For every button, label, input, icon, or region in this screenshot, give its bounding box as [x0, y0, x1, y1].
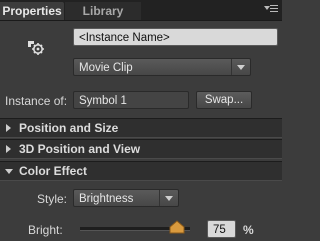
instance-of-field: Symbol 1 [73, 91, 189, 109]
movie-clip-symbol-icon [28, 41, 44, 55]
color-style-dropdown[interactable]: Brightness [73, 189, 179, 207]
bright-label: Bright: [28, 223, 63, 237]
chevron-down-icon [231, 59, 250, 75]
section-3d-position-and-view[interactable]: 3D Position and View [0, 139, 282, 159]
collapse-arrow-icon [5, 169, 13, 174]
section-title: Position and Size [19, 121, 119, 135]
swap-button[interactable]: Swap... [196, 91, 252, 109]
brightness-slider-thumb[interactable] [169, 220, 185, 234]
expand-arrow-icon [6, 145, 11, 153]
section-title: Color Effect [19, 164, 88, 178]
chevron-down-icon [159, 190, 178, 206]
section-color-effect[interactable]: Color Effect [0, 161, 282, 181]
panel-menu-icon[interactable] [264, 4, 278, 16]
instance-of-label: Instance of: [5, 94, 68, 108]
section-position-and-size[interactable]: Position and Size [0, 118, 282, 138]
percent-unit: % [243, 223, 254, 237]
symbol-type-value: Movie Clip [79, 62, 133, 74]
tab-properties[interactable]: Properties [0, 2, 64, 20]
brightness-value-input[interactable]: 75 [207, 220, 236, 238]
expand-arrow-icon [6, 124, 11, 132]
color-style-value: Brightness [79, 193, 134, 205]
tab-library[interactable]: Library [65, 2, 141, 20]
instance-name-input[interactable]: <Instance Name> [73, 28, 278, 46]
panel-tab-bar: Properties Library [0, 0, 282, 21]
symbol-type-dropdown[interactable]: Movie Clip [73, 58, 251, 76]
style-label: Style: [37, 192, 68, 206]
section-title: 3D Position and View [19, 142, 141, 156]
